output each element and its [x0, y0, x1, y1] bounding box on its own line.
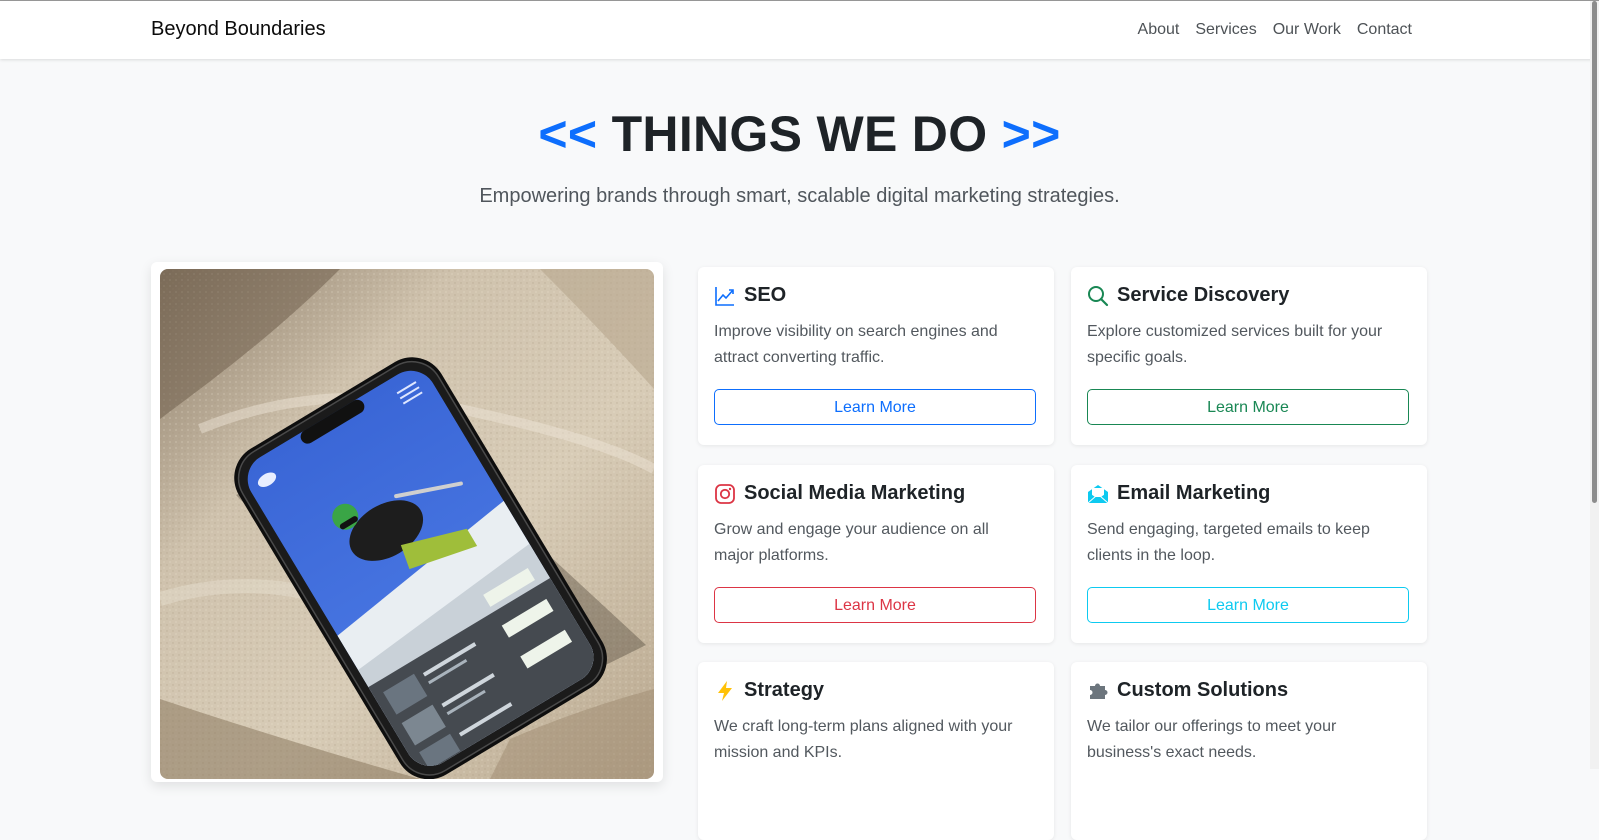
nav-link-our-work[interactable]: Our Work — [1273, 21, 1341, 39]
image-card — [151, 262, 663, 782]
service-card-custom-solutions: Custom Solutions We tailor our offerings… — [1071, 662, 1427, 840]
learn-more-button[interactable]: Learn More — [714, 587, 1036, 623]
navbar: Beyond Boundaries About Services Our Wor… — [0, 1, 1599, 59]
card-title: Social Media Marketing — [744, 482, 966, 504]
instagram-icon — [714, 483, 736, 505]
service-card-email-marketing: Email Marketing Send engaging, targeted … — [1071, 465, 1427, 643]
card-description: We tailor our offerings to meet your bus… — [1087, 718, 1337, 761]
card-header: Social Media Marketing — [714, 482, 965, 505]
card-description: We craft long-term plans aligned with yo… — [714, 718, 1013, 761]
card-title: Email Marketing — [1117, 482, 1271, 504]
learn-more-button[interactable]: Learn More — [714, 389, 1036, 425]
nav-links: About Services Our Work Contact — [1138, 21, 1412, 39]
phone-on-rock-image — [160, 269, 654, 779]
card-title: Custom Solutions — [1117, 679, 1289, 701]
search-icon — [1087, 285, 1109, 307]
service-card-service-discovery: Service Discovery Explore customized ser… — [1071, 267, 1427, 445]
service-card-strategy: Strategy We craft long-term plans aligne… — [698, 662, 1054, 840]
card-header: SEO — [714, 284, 786, 307]
card-header: Service Discovery — [1087, 284, 1289, 307]
nav-link-about[interactable]: About — [1138, 21, 1180, 39]
card-description: Grow and engage your audience on all maj… — [714, 521, 989, 564]
section-subtitle: Empowering brands through smart, scalabl… — [479, 185, 1120, 207]
section-heading: << THINGS WE DO >> — [0, 105, 1599, 163]
card-header: Email Marketing — [1087, 482, 1270, 505]
card-description: Explore customized services built for yo… — [1087, 323, 1383, 366]
chart-line-icon — [714, 285, 736, 307]
card-title: Service Discovery — [1117, 284, 1290, 306]
service-card-seo: SEO Improve visibility on search engines… — [698, 267, 1054, 445]
nav-link-contact[interactable]: Contact — [1357, 21, 1412, 39]
heading-title: THINGS WE DO — [611, 106, 988, 162]
heading-bracket-right: >> — [1001, 106, 1061, 162]
envelope-open-icon — [1087, 483, 1109, 505]
nav-link-services[interactable]: Services — [1195, 21, 1256, 39]
card-title: SEO — [744, 284, 787, 306]
card-header: Strategy — [714, 679, 824, 702]
learn-more-button[interactable]: Learn More — [1087, 389, 1409, 425]
scrollbar-thumb[interactable] — [1592, 1, 1597, 503]
learn-more-button[interactable]: Learn More — [1087, 587, 1409, 623]
service-card-social-media-marketing: Social Media Marketing Grow and engage y… — [698, 465, 1054, 643]
brand-logo-text[interactable]: Beyond Boundaries — [151, 18, 326, 41]
puzzle-icon — [1087, 680, 1109, 702]
card-description: Send engaging, targeted emails to keep c… — [1087, 521, 1370, 564]
card-title: Strategy — [744, 679, 825, 701]
card-description: Improve visibility on search engines and… — [714, 323, 998, 366]
lightning-icon — [714, 680, 736, 702]
heading-bracket-left: << — [538, 106, 598, 162]
card-header: Custom Solutions — [1087, 679, 1288, 702]
